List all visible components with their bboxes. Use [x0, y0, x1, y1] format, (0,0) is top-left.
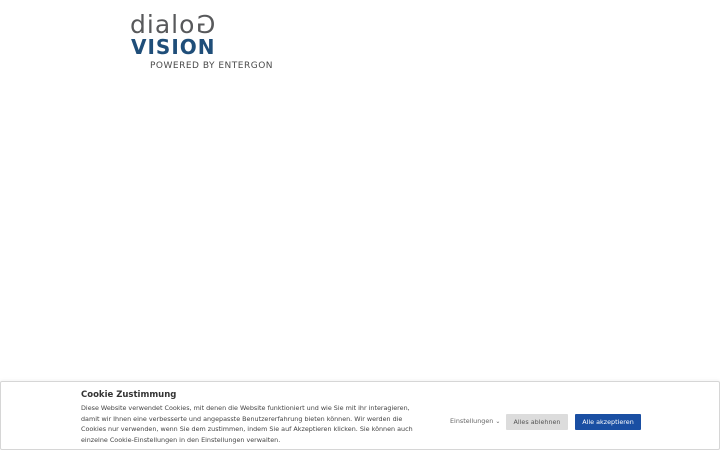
accept-all-button[interactable]: Alle akzeptieren	[575, 414, 641, 430]
page: dialoG VISION POWERED BY ENTERGON Cookie…	[0, 0, 720, 450]
cookie-banner-title: Cookie Zustimmung	[81, 390, 177, 400]
cookie-consent-banner: Cookie Zustimmung Diese Website verwende…	[0, 381, 720, 450]
reject-all-button[interactable]: Alles ablehnen	[506, 414, 568, 430]
cookie-settings-link[interactable]: Einstellungen ⌄	[450, 417, 500, 425]
dialogvision-logo[interactable]: dialoG VISION POWERED BY ENTERGON	[130, 10, 290, 72]
cookie-banner-text: Diese Website verwendet Cookies, mit den…	[81, 404, 413, 444]
logo-wordmark-vision: VISION	[131, 35, 216, 59]
cookie-settings-label: Einstellungen	[450, 417, 494, 425]
logo-tagline: POWERED BY ENTERGON	[150, 61, 274, 71]
chevron-down-icon: ⌄	[495, 418, 501, 425]
